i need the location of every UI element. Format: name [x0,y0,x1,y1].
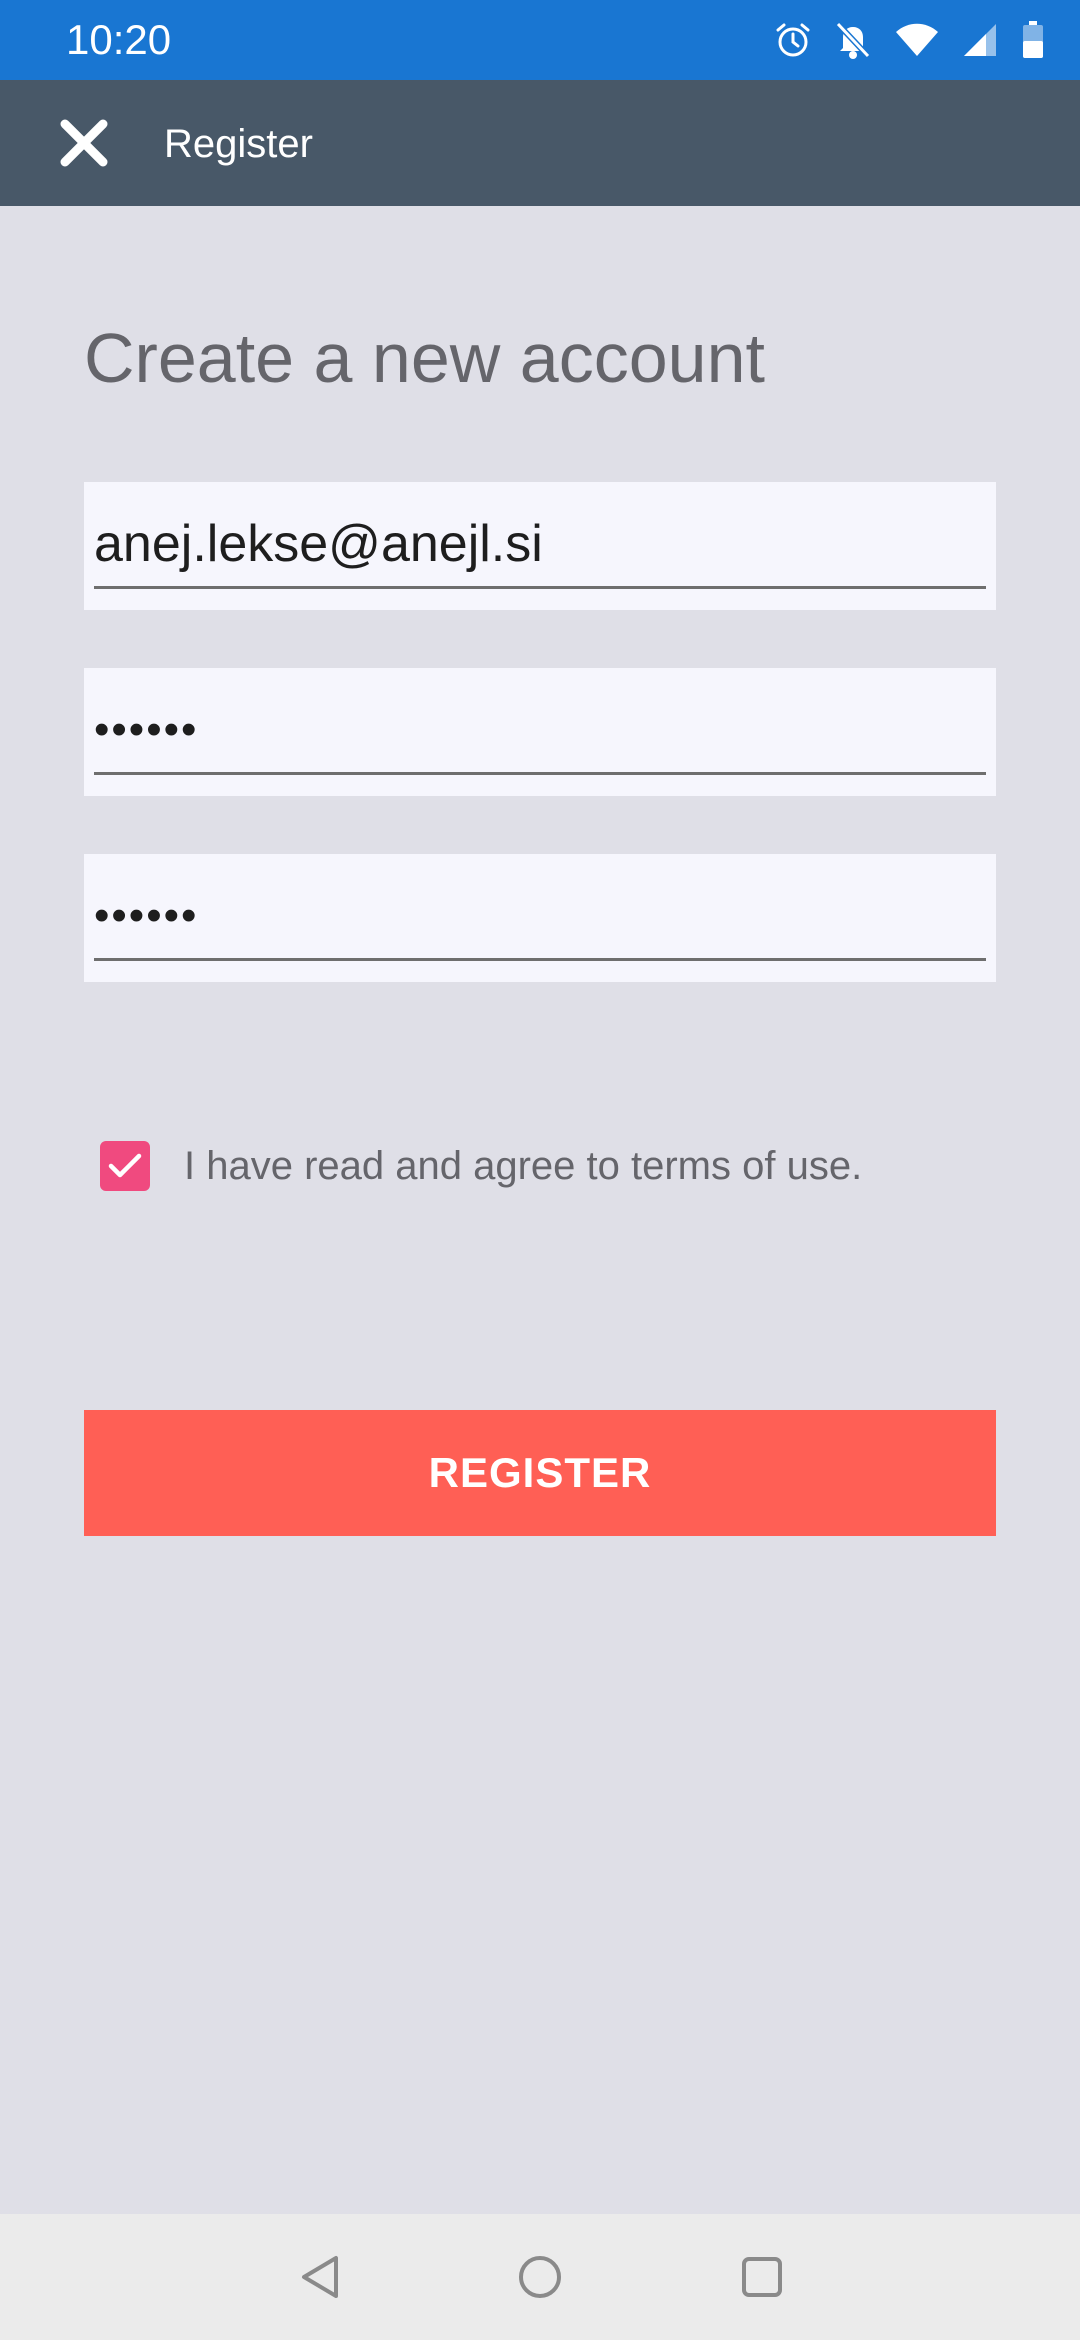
wifi-icon [894,22,940,58]
app-bar: Register [0,80,1080,206]
recents-button[interactable] [732,2247,792,2307]
terms-checkbox[interactable] [100,1141,150,1191]
status-time: 10:20 [66,16,172,63]
email-field-value: anej.lekse@anejl.si [94,515,543,573]
page-title: Create a new account [84,319,765,397]
alarm-icon [774,21,812,59]
checkmark-icon [108,1153,142,1178]
password-field-underline [94,772,986,775]
back-button[interactable] [290,2247,350,2307]
home-button[interactable] [510,2247,570,2307]
close-icon [60,119,108,167]
confirm-password-field-value: •••••• [94,891,199,940]
password-field-value: •••••• [94,705,199,754]
confirm-password-field[interactable]: •••••• [84,854,996,982]
email-field-underline [94,586,986,589]
recents-icon [742,2257,782,2297]
home-icon [519,2256,561,2298]
app-bar-title: Register [164,122,313,166]
status-bar: 10:20 [0,0,1080,80]
back-icon [302,2256,338,2298]
email-field[interactable]: anej.lekse@anejl.si [84,482,996,610]
notifications-off-icon [834,20,872,60]
battery-icon [1022,21,1044,59]
signal-icon [962,22,1000,58]
register-button[interactable]: REGISTER [84,1410,996,1536]
terms-row: I have read and agree to terms of use. [100,1138,862,1194]
terms-label[interactable]: I have read and agree to terms of use. [184,1142,862,1190]
navigation-bar [0,2214,1080,2340]
confirm-password-field-underline [94,958,986,961]
status-icons [774,18,1044,62]
password-field[interactable]: •••••• [84,668,996,796]
close-button[interactable] [48,110,120,176]
